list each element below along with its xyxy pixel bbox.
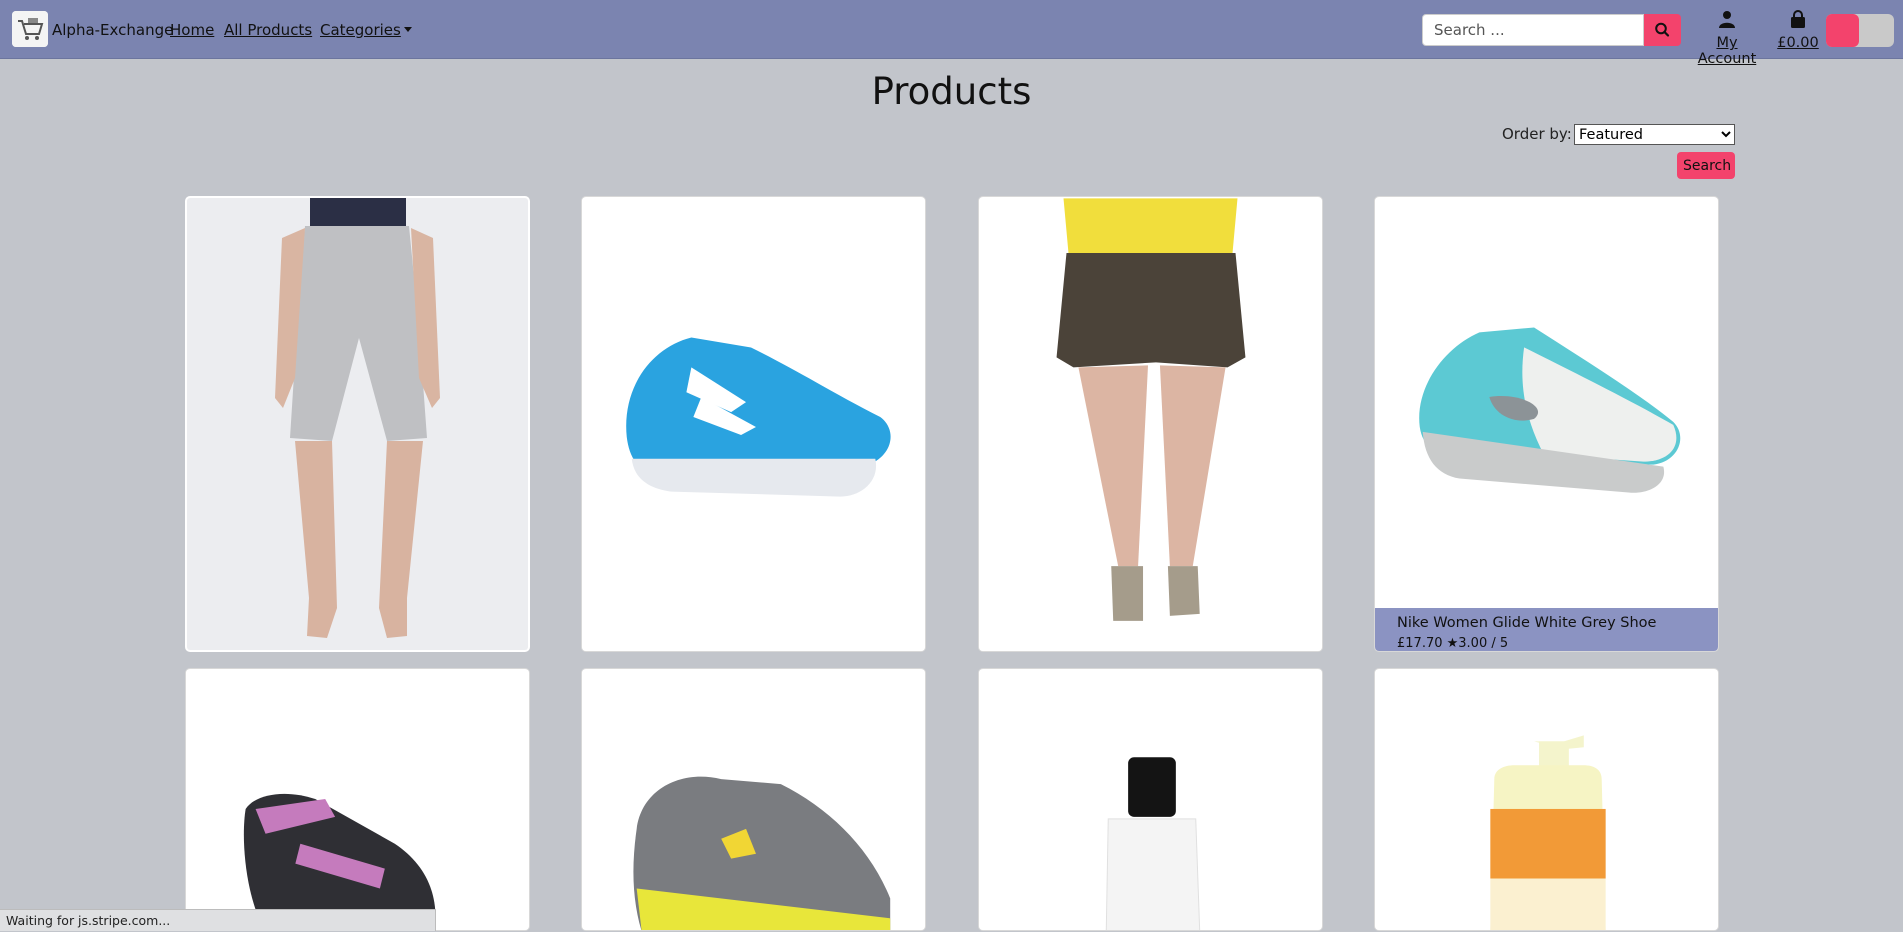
nav-link-home[interactable]: Home [170,21,214,39]
status-bar: Waiting for js.stripe.com... [0,909,436,931]
user-icon [1719,11,1735,28]
order-by-select[interactable]: Featured [1574,124,1735,145]
product-image [1375,669,1718,930]
my-account-label: My Account [1697,35,1757,67]
product-image [186,669,529,930]
nav-link-categories[interactable]: Categories [320,21,412,39]
my-account-link[interactable]: My Account [1686,10,1768,67]
page-title: Products [871,70,1032,113]
product-card[interactable] [581,668,926,931]
product-name[interactable]: Nike Women Glide White Grey Shoe [1397,615,1696,631]
navbar: Alpha-Exchange Home All Products Categor… [0,0,1903,67]
product-card[interactable] [978,196,1323,652]
product-image [979,198,1322,651]
order-by-label: Order by: [1502,125,1572,143]
theme-toggle[interactable] [1826,14,1894,47]
product-card[interactable]: Nike Women Glide White Grey Shoe £17.70 … [1374,196,1719,652]
product-price-rating: £17.70 ★3.00 / 5 [1397,636,1509,651]
product-caption: Nike Women Glide White Grey Shoe £17.70 … [1375,608,1718,651]
chevron-down-icon [403,27,412,32]
product-card[interactable] [185,668,530,931]
shopping-bag-icon [1791,10,1805,28]
cart-link[interactable]: £0.00 [1775,10,1821,51]
product-image [1375,198,1718,609]
product-image [582,198,925,651]
search-button[interactable] [1644,14,1681,46]
product-image [187,198,528,650]
logo-cart-icon[interactable] [12,11,48,47]
brand-name[interactable]: Alpha-Exchange [52,21,173,39]
nav-link-all-products[interactable]: All Products [224,21,312,39]
search-icon [1655,22,1670,37]
search-input[interactable] [1422,14,1644,46]
product-card[interactable] [581,196,926,652]
product-image [582,669,925,930]
cart-total: £0.00 [1777,35,1819,51]
product-card[interactable] [185,196,530,652]
product-image [979,669,1322,930]
product-card[interactable] [1374,668,1719,931]
toggle-knob [1826,14,1859,47]
order-search-button[interactable]: Search [1677,152,1735,179]
categories-label: Categories [320,21,401,39]
product-card[interactable] [978,668,1323,931]
